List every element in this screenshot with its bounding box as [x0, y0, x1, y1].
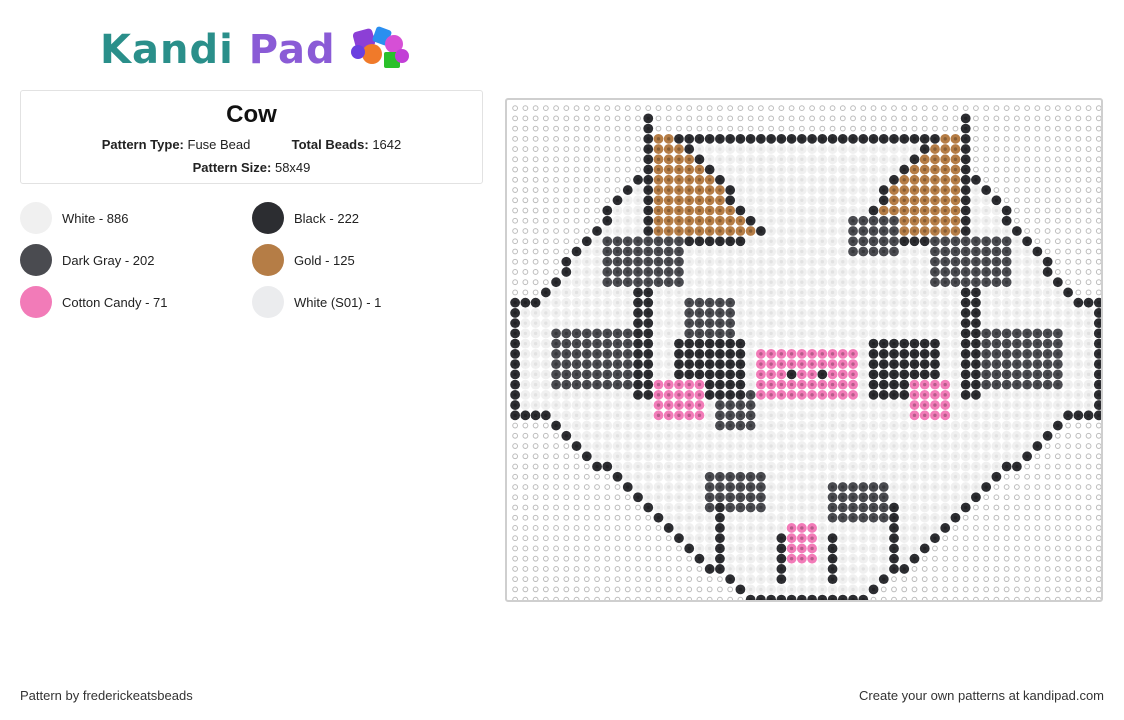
legend-item: Dark Gray - 202 — [20, 244, 154, 276]
pattern-type-value: Fuse Bead — [187, 137, 251, 152]
total-beads-value: 1642 — [372, 137, 402, 152]
legend-label: Black - 222 — [294, 210, 360, 226]
color-swatch — [20, 286, 52, 318]
legend-label: Cotton Candy - 71 — [62, 294, 168, 310]
legend-label: White - 886 — [62, 210, 129, 226]
pattern-info-card: Cow Pattern Type: Fuse Bead Total Beads:… — [20, 90, 483, 184]
legend-item: Cotton Candy - 71 — [20, 286, 168, 318]
pattern-size-value: 58x49 — [274, 160, 311, 175]
legend-label: Gold - 125 — [294, 252, 355, 268]
beads-logo-icon — [350, 26, 409, 68]
logo-text: Kandi Pad — [100, 27, 336, 73]
kandipad-cta-link[interactable]: Create your own patterns at kandipad.com — [859, 688, 1104, 703]
pattern-size-label: Pattern Size: — [192, 160, 272, 175]
color-swatch — [252, 286, 284, 318]
legend-item: White (S01) - 1 — [252, 286, 381, 318]
legend-item: Gold - 125 — [252, 244, 355, 276]
color-swatch — [252, 202, 284, 234]
pattern-meta-row: Pattern Type: Fuse Bead Total Beads: 164… — [21, 137, 482, 152]
bead-pattern-canvas — [510, 105, 1101, 600]
pattern-size-row: Pattern Size: 58x49 — [21, 160, 482, 175]
logo-text-pad: Pad — [248, 27, 336, 73]
legend-label: Dark Gray - 202 — [62, 252, 155, 268]
pattern-title: Cow — [226, 101, 277, 128]
logo-text-kandi: Kandi — [100, 27, 234, 73]
color-swatch — [20, 202, 52, 234]
color-swatch — [20, 244, 52, 276]
color-swatch — [252, 244, 284, 276]
bead-pattern-grid[interactable] — [505, 98, 1103, 602]
total-beads-label: Total Beads: — [291, 137, 369, 152]
kandipad-logo[interactable]: Kandi Pad — [100, 22, 420, 78]
legend-item: White - 886 — [20, 202, 128, 234]
pattern-type-label: Pattern Type: — [101, 137, 184, 152]
legend-label: White (S01) - 1 — [294, 294, 382, 310]
legend-item: Black - 222 — [252, 202, 359, 234]
pattern-credit[interactable]: Pattern by frederickeatsbeads — [20, 688, 193, 703]
